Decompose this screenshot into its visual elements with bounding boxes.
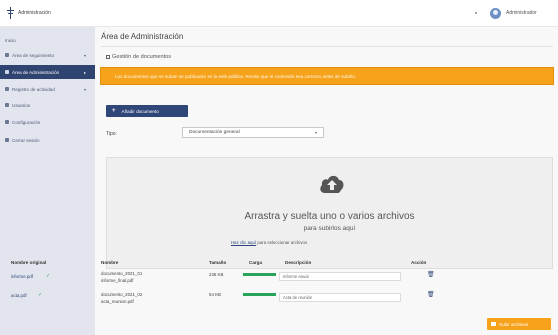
column-header: Tamaño — [209, 260, 227, 265]
document-icon — [106, 54, 110, 59]
sidebar-item-seguimiento[interactable]: Área de seguimiento ▾ — [0, 48, 95, 62]
file-size: 236 KB — [209, 272, 224, 277]
sidebar-item-usuarios[interactable]: Usuarios — [0, 98, 95, 112]
chart-icon — [5, 53, 9, 57]
chevron-right-icon: ▸ — [83, 69, 86, 75]
original-filename[interactable]: informe.pdf — [11, 274, 33, 279]
column-header: Carga — [249, 260, 263, 265]
upload-files-label: Subir archivos — [499, 321, 529, 327]
description-input[interactable]: Informe anual — [279, 272, 401, 281]
add-document-label: Añadir documento — [121, 108, 159, 114]
sidebar-item-registro[interactable]: Registro de actividad ▾ — [0, 82, 95, 96]
type-label: Tipo: — [106, 131, 117, 137]
cloud-upload-icon — [319, 174, 345, 196]
cog-icon — [5, 70, 9, 74]
upload-progress-bar — [243, 273, 276, 276]
plus-icon: + — [112, 108, 116, 114]
logo-icon — [6, 7, 15, 19]
top-bar: Administración Administrador — [0, 0, 558, 27]
user-icon — [5, 103, 9, 107]
page-title: Área de Administración — [101, 32, 184, 41]
column-header: Descripción — [285, 260, 312, 265]
sidebar-item-label: Cerrar sesión — [12, 137, 40, 143]
table-header: Nombre original Nombre Tamaño Carga Desc… — [11, 258, 458, 268]
user-name[interactable]: Administrador — [506, 10, 537, 16]
check-icon: ✓ — [46, 273, 51, 279]
sidebar-item-label: Área de seguimiento — [12, 52, 55, 58]
upload-progress-bar — [243, 293, 276, 296]
column-header: Nombre original — [11, 260, 47, 265]
type-select[interactable]: Documentación general ▾ — [182, 127, 324, 138]
stored-name: acta_reunion.pdf — [101, 299, 134, 304]
description-input[interactable]: Acta de reunión — [279, 293, 401, 302]
app-name: Administración — [18, 10, 51, 16]
chevron-down-icon: ▾ — [314, 130, 317, 135]
browse-link[interactable]: Haz clic aquí — [231, 240, 256, 245]
list-icon — [5, 87, 9, 91]
menu-dot-icon[interactable] — [475, 12, 477, 14]
sidebar-item-administracion[interactable]: Área de Administración ▸ — [0, 65, 95, 79]
warning-banner: Los documentos que se suban se publicará… — [100, 67, 554, 85]
sidebar-item-configuracion[interactable]: Configuración — [0, 115, 95, 129]
table-row: acta.pdf ✓ documento_2021_02 acta_reunio… — [11, 290, 458, 312]
sidebar-item-label: Inicio — [5, 37, 16, 43]
section-heading-text: Gestión de documentos — [112, 54, 172, 60]
chevron-down-icon: ▾ — [83, 52, 86, 58]
stored-name: informe_final.pdf — [101, 278, 134, 283]
logout-icon — [5, 138, 9, 142]
divider — [101, 46, 553, 47]
sidebar-item-label: Área de Administración — [12, 69, 60, 75]
column-header: Acción — [411, 260, 427, 265]
upload-files-button[interactable]: Subir archivos — [487, 318, 551, 330]
type-select-value: Documentación general — [189, 130, 240, 135]
settings-icon — [5, 120, 9, 124]
sidebar-item-logout[interactable]: Cerrar sesión — [0, 133, 95, 147]
sidebar-item-inicio[interactable]: Inicio — [0, 33, 95, 47]
check-icon: ✓ — [38, 292, 43, 298]
delete-icon[interactable]: 🗑 — [427, 291, 435, 298]
sidebar-item-label: Usuarios — [12, 102, 31, 108]
delete-icon[interactable]: 🗑 — [427, 271, 435, 278]
add-document-button[interactable]: + Añadir documento — [106, 105, 188, 117]
section-heading: Gestión de documentos — [106, 54, 171, 60]
chevron-down-icon: ▾ — [83, 86, 86, 92]
browse-link-rest: para seleccionar archivos — [257, 240, 308, 245]
table-row: informe.pdf ✓ documento_2021_01 informe_… — [11, 268, 458, 290]
stored-name: documento_2021_01 — [101, 271, 143, 276]
sidebar-item-label: Registro de actividad — [12, 86, 55, 92]
upload-icon — [491, 322, 496, 326]
file-dropzone[interactable]: Arrastra y suelta uno o varios archivos … — [106, 157, 553, 269]
column-header: Nombre — [101, 260, 119, 265]
sidebar-item-label: Configuración — [12, 119, 41, 125]
dropzone-browse[interactable]: Haz clic aquí para seleccionar archivos — [231, 240, 307, 245]
dropzone-title: Arrastra y suelta uno o varios archivos — [244, 211, 415, 222]
dropzone-subtitle: para subirlos aquí — [303, 225, 356, 232]
stored-name: documento_2021_02 — [101, 292, 143, 297]
app-logo[interactable]: Administración — [6, 7, 51, 19]
original-filename[interactable]: acta.pdf — [11, 293, 27, 298]
avatar[interactable] — [490, 8, 501, 19]
file-size: 54 KB — [209, 292, 221, 297]
